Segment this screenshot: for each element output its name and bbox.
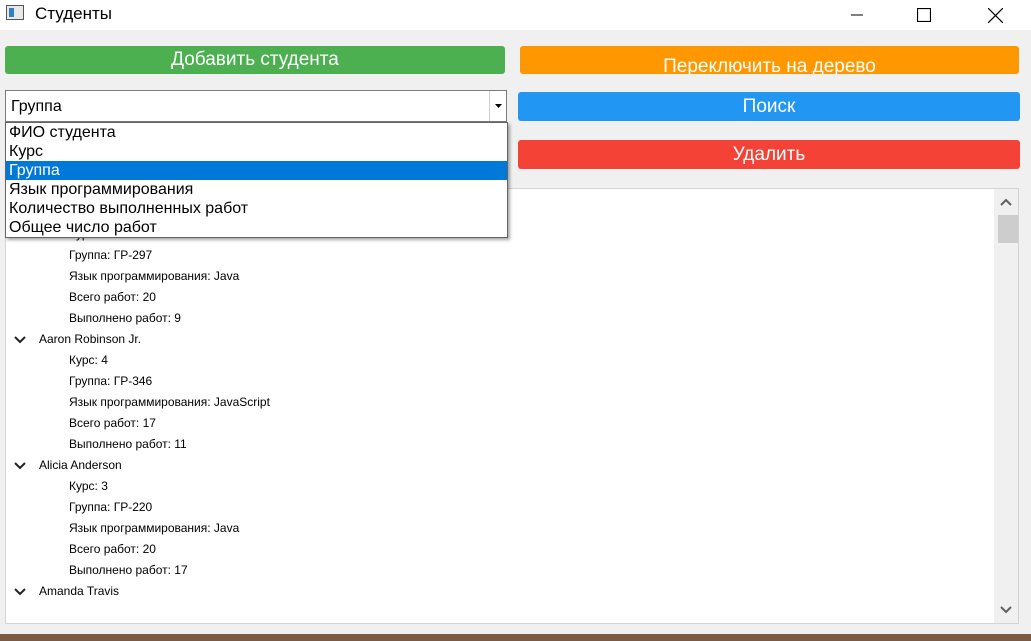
title-bar[interactable]: Студенты (0, 0, 1031, 30)
delete-button[interactable]: Удалить (518, 140, 1020, 169)
switch-to-tree-button[interactable]: Переключить на дерево (520, 46, 1019, 74)
tree-node-label: Язык программирования: Java (69, 269, 240, 283)
minimize-icon (851, 14, 863, 16)
tree-node-field[interactable]: Выполнено работ: 9 (6, 308, 270, 329)
tree-node-label: Всего работ: 20 (69, 290, 156, 304)
chevron-down-icon[interactable] (13, 459, 27, 473)
search-label: Поиск (742, 95, 796, 117)
tree-node-student[interactable]: Aaron Robinson Jr. (6, 329, 270, 350)
tree-node-label: Aaron Robinson Jr. (39, 332, 142, 346)
search-button[interactable]: Поиск (518, 92, 1020, 121)
tree-node-label: Группа: ГР-346 (69, 374, 153, 388)
tree-node-label: Язык программирования: Java (69, 521, 240, 535)
add-student-label: Добавить студента (171, 49, 339, 70)
tree-node-field[interactable]: Курс: 4 (6, 350, 270, 371)
tree-node-field[interactable]: Выполнено работ: 11 (6, 434, 270, 455)
tree-node-field[interactable]: Язык программирования: JavaScript (6, 392, 270, 413)
dropdown-option-language[interactable]: Язык программирования (6, 180, 507, 199)
tree-node-label: Всего работ: 17 (69, 416, 156, 430)
tree-node-field[interactable]: Всего работ: 20 (6, 539, 270, 560)
tree-node-field[interactable]: Курс: 3 (6, 476, 270, 497)
chevron-down-icon[interactable] (13, 585, 27, 599)
dropdown-option-total-works[interactable]: Общее число работ (6, 218, 507, 237)
tree-node-label: Курс: 4 (69, 353, 108, 367)
chevron-up-icon (1000, 198, 1012, 206)
maximize-button[interactable] (901, 0, 947, 30)
chevron-down-icon (1000, 606, 1012, 614)
scroll-down-button[interactable] (994, 601, 1018, 619)
tree-node-label: Курс: 3 (69, 479, 108, 493)
minimize-button[interactable] (834, 0, 880, 30)
tree-node-field[interactable]: Язык программирования: Java (6, 266, 270, 287)
sort-field-combobox[interactable]: Группа (5, 90, 507, 122)
students-tree[interactable]: Курс: 1Группа: ГР-297Язык программирован… (5, 188, 1019, 624)
tree-node-label: Alicia Anderson (39, 458, 122, 472)
switch-to-tree-label: Переключить на дерево (663, 56, 876, 74)
tree-node-label: Выполнено работ: 17 (69, 563, 188, 577)
dropdown-option-course[interactable]: Курс (6, 142, 507, 161)
close-icon (987, 7, 1003, 23)
tree-node-student[interactable]: Alicia Anderson (6, 455, 270, 476)
dropdown-option-group[interactable]: Группа (6, 161, 507, 180)
tree-node-field[interactable]: Всего работ: 20 (6, 287, 270, 308)
tree-node-field[interactable]: Выполнено работ: 17 (6, 560, 270, 581)
tree-node-field[interactable]: Группа: ГР-346 (6, 371, 270, 392)
scroll-up-button[interactable] (994, 193, 1018, 211)
add-student-button[interactable]: Добавить студента (5, 46, 505, 74)
combobox-dropdown-list: ФИО студента Курс Группа Язык программир… (5, 122, 508, 238)
maximize-icon (917, 8, 931, 22)
vertical-scrollbar[interactable] (994, 189, 1018, 623)
combobox-arrow[interactable] (489, 91, 506, 121)
tree-node-label: Выполнено работ: 11 (69, 437, 187, 451)
dropdown-arrow-icon (494, 104, 502, 108)
delete-label: Удалить (732, 143, 806, 165)
tree-node-field[interactable]: Группа: ГР-220 (6, 497, 270, 518)
app-window: Студенты Добавить студента Переключить н… (0, 0, 1031, 634)
tree-node-label: Язык программирования: JavaScript (69, 395, 270, 409)
chevron-down-icon[interactable] (13, 333, 27, 347)
close-button[interactable] (972, 0, 1018, 30)
app-icon (6, 5, 24, 20)
tree-node-field[interactable]: Всего работ: 17 (6, 413, 270, 434)
tree-node-label: Всего работ: 20 (69, 542, 156, 556)
tree-node-label: Группа: ГР-297 (69, 248, 153, 262)
dropdown-option-fio[interactable]: ФИО студента (6, 123, 507, 142)
dropdown-option-completed-works[interactable]: Количество выполненных работ (6, 199, 507, 218)
window-title: Студенты (35, 4, 112, 23)
tree-node-field[interactable]: Язык программирования: Java (6, 518, 270, 539)
tree-node-label: Amanda Travis (39, 584, 120, 598)
tree-node-label: Выполнено работ: 9 (69, 311, 181, 325)
combobox-value: Группа (11, 98, 62, 115)
tree-node-field[interactable]: Группа: ГР-297 (6, 245, 270, 266)
tree-rows: Курс: 1Группа: ГР-297Язык программирован… (6, 224, 270, 602)
tree-node-label: Группа: ГР-220 (69, 500, 153, 514)
tree-node-student[interactable]: Amanda Travis (6, 581, 270, 602)
scroll-thumb[interactable] (998, 215, 1018, 243)
